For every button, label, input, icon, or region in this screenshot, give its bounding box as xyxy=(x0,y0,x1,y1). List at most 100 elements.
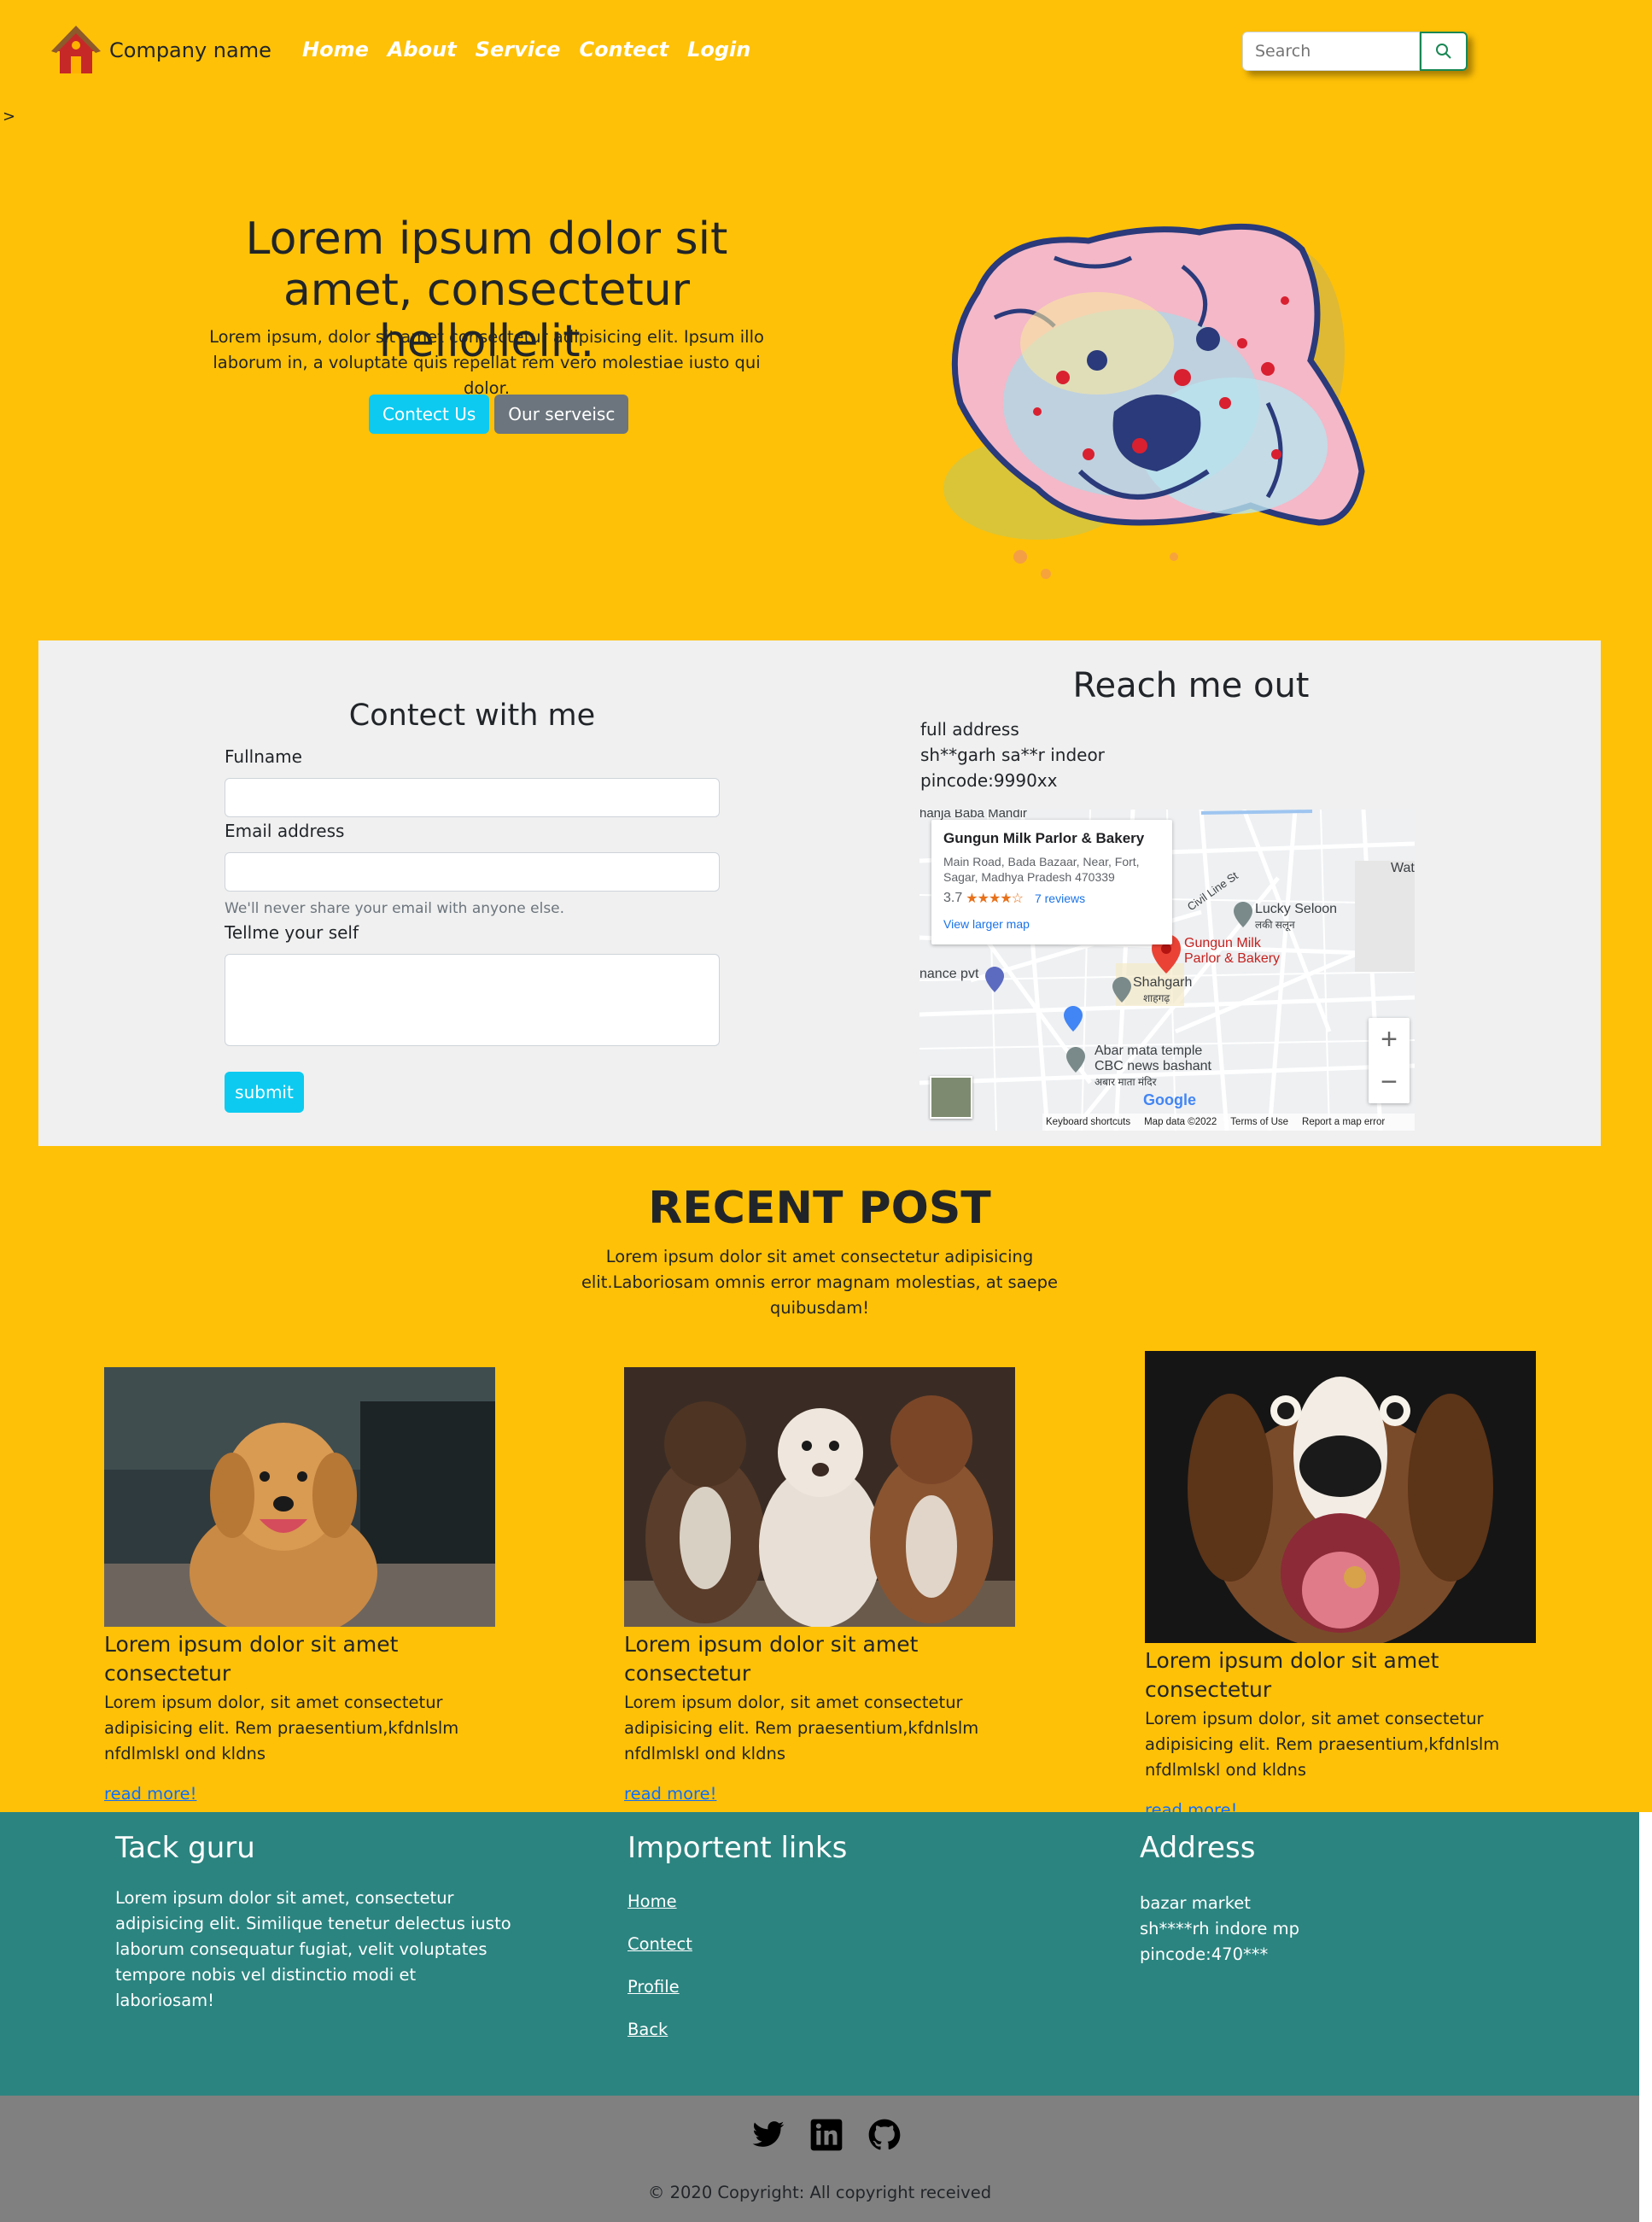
map-label: nance pvt xyxy=(919,967,979,981)
map-marker-icon xyxy=(1234,902,1252,927)
view-larger-map-link[interactable]: View larger map xyxy=(943,917,1160,931)
house-logo-icon xyxy=(51,26,101,73)
nav-link-contect[interactable]: Contect xyxy=(579,38,668,61)
reach-line: sh**garh sa**r indeor xyxy=(920,745,1105,765)
contact-section: Contect with me Fullname Email address W… xyxy=(38,640,1601,1146)
nav-link-about[interactable]: About xyxy=(388,38,457,61)
map-reviews-link[interactable]: 7 reviews xyxy=(1035,892,1085,905)
post-text: Lorem ipsum dolor, sit amet consectetur … xyxy=(1145,1709,1500,1780)
map-marker-icon xyxy=(1112,977,1131,1003)
map-label: Shahgarh xyxy=(1133,975,1193,990)
address-line: sh****rh indore mp xyxy=(1140,1919,1299,1938)
zoom-in-button[interactable]: + xyxy=(1369,1018,1410,1061)
bottom-bar: © 2020 Copyright: All copyright received xyxy=(0,2096,1639,2222)
map-marker-icon xyxy=(1064,1006,1083,1032)
post-image-surprised-dog xyxy=(1145,1351,1536,1643)
post-title: Lorem ipsum dolor sit amet consectetur xyxy=(104,1632,399,1686)
post-text: Lorem ipsum dolor, sit amet consectetur … xyxy=(624,1693,979,1763)
github-icon[interactable] xyxy=(867,2118,902,2152)
footer-links-title: Importent links xyxy=(628,1831,848,1865)
map-label: शाहगढ़ xyxy=(1143,992,1170,1004)
post-image-three-dogs xyxy=(624,1367,1015,1627)
brand[interactable]: Company name xyxy=(48,22,271,79)
map-label: अबार माता मंदिर xyxy=(1095,1076,1157,1088)
post-title: Lorem ipsum dolor sit amet consectetur xyxy=(1145,1648,1439,1702)
post-text: Lorem ipsum dolor, sit amet consectetur … xyxy=(104,1693,459,1763)
our-services-button[interactable]: Our serveisc xyxy=(494,395,629,434)
zoom-out-button[interactable]: − xyxy=(1369,1061,1410,1103)
footer-link-profile[interactable]: Profile xyxy=(628,1974,969,2000)
dog-illustration xyxy=(943,223,1365,579)
star-rating-icon: ★★★★☆ xyxy=(966,892,1024,906)
search-button[interactable] xyxy=(1420,32,1468,71)
address-line: bazar market xyxy=(1140,1893,1251,1913)
stray-text: > xyxy=(3,108,16,126)
fullname-input[interactable] xyxy=(225,778,720,817)
page-edge xyxy=(1639,1812,1652,2222)
search-icon xyxy=(1436,44,1451,59)
keyboard-shortcuts-link[interactable]: Keyboard shortcuts xyxy=(1046,1117,1130,1127)
nav-link-login[interactable]: Login xyxy=(687,38,750,61)
nav-link-home[interactable]: Home xyxy=(302,38,369,61)
reach-title: Reach me out xyxy=(1072,666,1310,705)
map-marker-icon xyxy=(1066,1047,1085,1073)
map-place-address: Main Road, Bada Bazaar, Near, Fort, Saga… xyxy=(943,855,1140,884)
satellite-toggle-button[interactable] xyxy=(930,1076,972,1119)
footer-about-text: Lorem ipsum dolor sit amet, consectetur … xyxy=(115,1888,511,2010)
copyright: © 2020 Copyright: All copyright received xyxy=(647,2183,992,2202)
footer-address-title: Address xyxy=(1140,1831,1256,1865)
footer-link-back[interactable]: Back xyxy=(628,2017,969,2043)
post-card: Lorem ipsum dolor sit amet consectetur L… xyxy=(1145,1351,1536,1820)
map-rating: 3.7 ★★★★☆ 7 reviews xyxy=(943,890,1160,907)
twitter-icon[interactable] xyxy=(751,2118,785,2152)
linkedin-icon[interactable] xyxy=(809,2118,844,2152)
address-line: pincode:470*** xyxy=(1140,1944,1269,1964)
map-label: Abar mata temple xyxy=(1095,1044,1203,1058)
map-label: Lucky Seloon xyxy=(1255,902,1338,916)
map-marker-icon xyxy=(985,967,1004,992)
map-label: Wat xyxy=(1391,861,1415,875)
footer-links: Importent links Home Contect Profile Bac… xyxy=(628,1812,969,2043)
recent-post-title: RECENT POST xyxy=(648,1183,991,1234)
contact-title: Contect with me xyxy=(348,699,596,733)
post-card: Lorem ipsum dolor sit amet consectetur L… xyxy=(104,1367,495,1804)
map-label: CBC news bashant xyxy=(1095,1059,1211,1073)
footer-link-contect[interactable]: Contect xyxy=(628,1932,969,1957)
map-label: लकी सलून xyxy=(1255,919,1295,931)
footer-about-title: Tack guru xyxy=(115,1831,255,1865)
map-rating-value: 3.7 xyxy=(943,891,963,905)
brand-name: Company name xyxy=(109,38,271,62)
terms-link[interactable]: Terms of Use xyxy=(1230,1117,1288,1127)
footer-link-home[interactable]: Home xyxy=(628,1889,969,1915)
map-place-card: Gungun Milk Parlor & Bakery Main Road, B… xyxy=(931,820,1172,944)
map-label: Parlor & Bakery xyxy=(1184,951,1281,966)
social-links xyxy=(751,2118,902,2152)
submit-button[interactable]: submit xyxy=(225,1072,304,1113)
post-image-golden-retriever xyxy=(104,1367,495,1627)
post-title: Lorem ipsum dolor sit amet consectetur xyxy=(624,1632,919,1686)
hero-text: Lorem ipsum, dolor sit amet consectetur … xyxy=(209,327,764,398)
footer-about: Tack guru Lorem ipsum dolor sit amet, co… xyxy=(115,1812,517,2014)
nav-links: Home About Service Contect Login xyxy=(302,38,769,61)
email-input[interactable] xyxy=(225,852,720,892)
footer-address: Address bazar market sh****rh indore mp … xyxy=(1140,1812,1481,1968)
search-input[interactable] xyxy=(1242,32,1420,71)
email-label: Email address xyxy=(225,821,345,841)
about-textarea[interactable] xyxy=(225,954,720,1046)
email-help-text: We'll never share your email with anyone… xyxy=(225,900,565,917)
footer: Tack guru Lorem ipsum dolor sit amet, co… xyxy=(0,1812,1639,2096)
contact-us-button[interactable]: Contect Us xyxy=(369,395,490,434)
read-more-link[interactable]: read more! xyxy=(104,1784,495,1804)
read-more-link[interactable]: read more! xyxy=(624,1784,1015,1804)
hero-buttons: Contect Us Our serveisc xyxy=(369,395,629,434)
map-place-name: Gungun Milk Parlor & Bakery xyxy=(943,830,1145,846)
map-zoom-control: + − xyxy=(1369,1018,1410,1103)
nav-link-service[interactable]: Service xyxy=(476,38,561,61)
post-card: Lorem ipsum dolor sit amet consectetur L… xyxy=(624,1367,1015,1804)
reach-line: pincode:9990xx xyxy=(920,770,1058,791)
embedded-map[interactable]: hanja Baba Mandir Lucky Seloon लकी सलून … xyxy=(919,810,1415,1131)
map-data-text: Map data ©2022 xyxy=(1144,1117,1217,1127)
report-error-link[interactable]: Report a map error xyxy=(1302,1117,1385,1127)
reach-line: full address xyxy=(920,719,1019,740)
map-label: Gungun Milk xyxy=(1184,936,1261,950)
